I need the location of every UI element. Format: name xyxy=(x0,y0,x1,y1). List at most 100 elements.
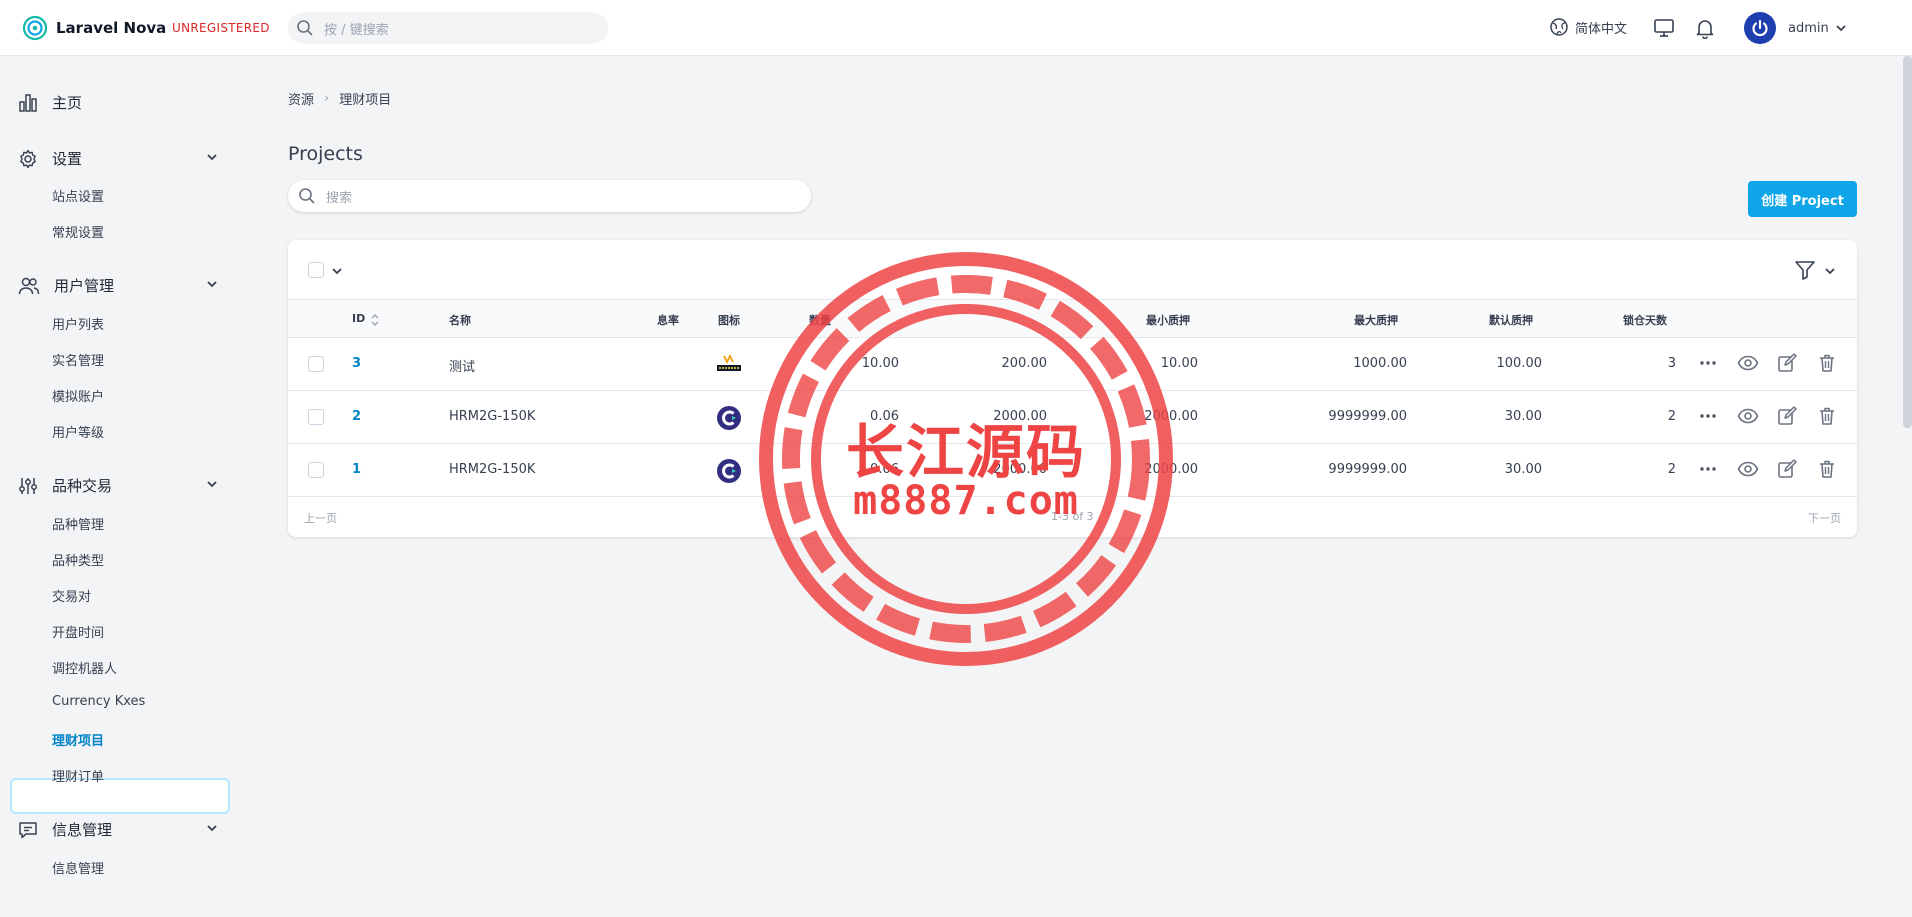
breadcrumb: 资源 › 理财项目 xyxy=(288,89,391,108)
row-quantity: 200.00 xyxy=(1001,356,1048,371)
sidebar-messages-label: 信息管理 xyxy=(52,821,113,839)
avatar xyxy=(1744,12,1776,44)
table-header: ID 名称 图标 息率 数量 最小质押 最大质押 默认质押 锁仓天数 xyxy=(288,300,1857,338)
chevron-down-icon[interactable] xyxy=(1824,265,1836,277)
filter-icon[interactable] xyxy=(1794,259,1816,281)
resource-search-placeholder: 搜索 xyxy=(326,190,353,206)
row-rate: 0.06 xyxy=(870,409,899,424)
row-rate: 0.06 xyxy=(870,462,899,477)
row-default-stake: 100.00 xyxy=(1496,356,1543,371)
resource-search-input[interactable]: 搜索 xyxy=(288,180,811,212)
next-page-button[interactable]: 下一页 xyxy=(1808,510,1841,526)
more-icon[interactable] xyxy=(1698,459,1718,479)
table-row[interactable]: 1 HRM2G-150K 0.06 2000.00 2000.00 999999… xyxy=(288,444,1857,497)
row-lock-days: 2 xyxy=(1667,462,1676,477)
display-button[interactable] xyxy=(1653,17,1675,39)
row-rate: 10.00 xyxy=(861,356,899,371)
user-name: admin xyxy=(1788,20,1829,36)
more-icon[interactable] xyxy=(1698,353,1718,373)
sidebar-item-opening-hours[interactable]: 开盘时间 xyxy=(52,622,104,641)
row-quantity: 2000.00 xyxy=(993,409,1047,424)
table-row[interactable]: 2 HRM2G-150K 0.06 2000.00 2000.00 999999… xyxy=(288,391,1857,444)
column-name: 名称 xyxy=(449,314,471,327)
table-row[interactable]: 3 测试 10.00 200.00 10.00 1000.00 100.00 3 xyxy=(288,338,1857,391)
global-search-input[interactable]: 按 / 键搜索 xyxy=(288,12,608,44)
select-all-checkbox[interactable] xyxy=(308,262,324,278)
edit-icon[interactable] xyxy=(1777,459,1797,479)
sidebar-item-message-management[interactable]: 信息管理 xyxy=(52,858,104,877)
sidebar-item-product-types[interactable]: 品种类型 xyxy=(52,550,104,569)
column-lock-days: 锁仓天数 xyxy=(1623,314,1667,327)
column-default-stake: 默认质押 xyxy=(1489,314,1533,327)
chevron-down-icon xyxy=(207,154,217,161)
sidebar-item-trading-pairs[interactable]: 交易对 xyxy=(52,586,91,605)
sidebar-item-products[interactable]: 品种管理 xyxy=(52,514,104,533)
row-name: 测试 xyxy=(449,360,476,375)
row-min-stake: 10.00 xyxy=(1160,356,1198,371)
trash-icon[interactable] xyxy=(1817,406,1837,426)
resource-table-card: ID 名称 图标 息率 数量 最小质押 最大质押 默认质押 锁仓天数 3 测试 … xyxy=(288,240,1857,537)
breadcrumb-root[interactable]: 资源 xyxy=(288,89,314,108)
sort-icon[interactable] xyxy=(370,312,380,328)
app-name: Laravel Nova xyxy=(56,19,167,37)
sidebar-item-control-robot[interactable]: 调控机器人 xyxy=(52,658,117,677)
sidebar-section-users[interactable]: 用户管理 xyxy=(18,275,218,296)
trash-icon[interactable] xyxy=(1817,353,1837,373)
eye-icon[interactable] xyxy=(1737,353,1759,373)
column-icon: 图标 xyxy=(718,314,740,327)
sidebar-item-user-levels[interactable]: 用户等级 xyxy=(52,422,104,441)
c-logo-icon xyxy=(717,406,741,430)
sidebar-active-highlight xyxy=(10,778,230,814)
message-icon xyxy=(19,821,37,838)
gear-icon xyxy=(20,149,36,168)
prev-page-button[interactable]: 上一页 xyxy=(304,510,337,526)
row-id[interactable]: 3 xyxy=(352,356,361,371)
row-checkbox[interactable] xyxy=(308,356,324,372)
sidebar-section-messages[interactable]: 信息管理 xyxy=(18,819,218,840)
trash-icon[interactable] xyxy=(1817,459,1837,479)
create-project-button[interactable]: 创建 Project xyxy=(1748,181,1857,217)
sidebar-item-kyc[interactable]: 实名管理 xyxy=(52,350,104,369)
row-id[interactable]: 1 xyxy=(352,462,361,477)
row-checkbox[interactable] xyxy=(308,409,324,425)
monitor-icon xyxy=(1654,19,1674,37)
column-min-stake: 最小质押 xyxy=(1146,314,1190,327)
chevron-down-icon xyxy=(207,825,217,832)
sidebar-item-home[interactable]: 主页 xyxy=(18,92,218,113)
notifications-button[interactable] xyxy=(1694,17,1716,39)
c-logo-icon xyxy=(717,459,741,483)
chevron-down-icon[interactable] xyxy=(331,265,343,277)
eye-icon[interactable] xyxy=(1737,406,1759,426)
sidebar-item-finance-orders[interactable]: 理财订单 xyxy=(52,766,104,785)
chevron-down-icon xyxy=(207,281,217,288)
sidebar-item-user-list[interactable]: 用户列表 xyxy=(52,314,104,333)
row-checkbox[interactable] xyxy=(308,462,324,478)
row-default-stake: 30.00 xyxy=(1504,462,1542,477)
edit-icon[interactable] xyxy=(1777,353,1797,373)
chevron-down-icon xyxy=(1836,25,1846,32)
sidebar-item-currency-kxes[interactable]: Currency Kxes xyxy=(52,694,145,709)
row-default-stake: 30.00 xyxy=(1504,409,1542,424)
sidebar-item-demo-accounts[interactable]: 模拟账户 xyxy=(52,386,104,405)
row-quantity: 2000.00 xyxy=(993,462,1047,477)
edit-icon[interactable] xyxy=(1777,406,1797,426)
sidebar-section-trading[interactable]: 品种交易 xyxy=(18,475,218,496)
sidebar: 主页 设置 站点设置 常规设置 用户管理 用户列表 实名管理 模拟账户 用户等级… xyxy=(0,56,240,917)
sidebar-section-settings[interactable]: 设置 xyxy=(18,148,218,169)
pagination: 上一页 1-3 of 3 下一页 xyxy=(288,498,1857,537)
row-id[interactable]: 2 xyxy=(352,409,361,424)
column-id[interactable]: ID xyxy=(352,312,365,325)
power-icon xyxy=(1752,19,1768,37)
sidebar-item-finance-projects[interactable]: 理财项目 xyxy=(52,730,104,749)
eye-icon[interactable] xyxy=(1737,459,1759,479)
language-switcher[interactable]: 简体中文 xyxy=(1549,17,1627,37)
breadcrumb-current: 理财项目 xyxy=(339,93,392,108)
sidebar-item-site-settings[interactable]: 站点设置 xyxy=(52,186,104,205)
page-scrollbar[interactable] xyxy=(1903,56,1912,428)
sliders-icon xyxy=(19,477,37,494)
user-menu[interactable]: admin xyxy=(1744,12,1847,44)
sidebar-item-general-settings[interactable]: 常规设置 xyxy=(52,222,104,241)
app-logo[interactable]: Laravel Nova xyxy=(22,15,166,41)
more-icon[interactable] xyxy=(1698,406,1718,426)
column-rate: 息率 xyxy=(657,314,679,327)
